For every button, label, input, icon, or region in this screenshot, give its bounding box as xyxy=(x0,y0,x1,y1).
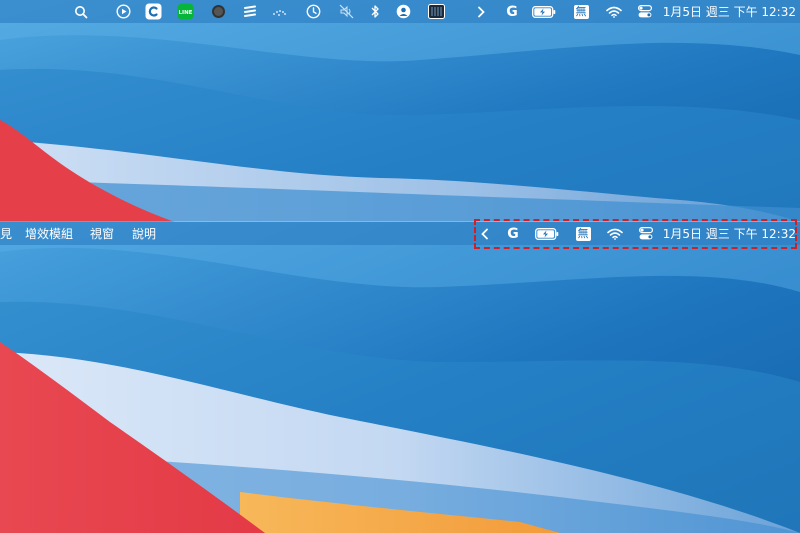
battery-charging-icon[interactable] xyxy=(531,0,557,23)
google-icon-letter: G xyxy=(506,3,518,20)
highlight-box xyxy=(474,219,797,249)
wallpaper-top xyxy=(0,0,800,222)
ime-icon[interactable]: 無 xyxy=(572,0,590,23)
play-circle-icon[interactable] xyxy=(114,0,132,23)
app-c-icon[interactable] xyxy=(143,0,163,23)
menu-item-label: 增效模組 xyxy=(25,227,74,241)
bluetooth-icon[interactable] xyxy=(367,0,383,23)
menu-item-view[interactable]: 見 xyxy=(0,222,14,245)
menubar-top: LINE G 無 1月5日 週三 下午 12:32 xyxy=(0,0,800,23)
search-icon[interactable] xyxy=(72,0,90,23)
desktop-top xyxy=(0,0,800,222)
menu-item-label: 見 xyxy=(0,227,13,241)
stack-icon[interactable] xyxy=(241,0,259,23)
line-icon[interactable]: LINE xyxy=(175,0,195,23)
desktop-bottom xyxy=(0,222,800,533)
control-center-icon[interactable] xyxy=(636,0,654,23)
menu-item-label: 視窗 xyxy=(90,227,115,241)
chevron-right-icon[interactable] xyxy=(474,0,488,23)
user-circle-icon[interactable] xyxy=(394,0,412,23)
datetime-text: 1月5日 週三 下午 12:32 xyxy=(662,5,796,19)
dots-icon[interactable] xyxy=(269,0,289,23)
menu-item-help[interactable]: 說明 xyxy=(132,222,160,245)
google-icon[interactable]: G xyxy=(504,0,520,23)
menubar-clock[interactable]: 1月5日 週三 下午 12:32 xyxy=(662,0,796,23)
line-icon-text: LINE xyxy=(178,10,192,16)
clock-icon[interactable] xyxy=(304,0,322,23)
ime-icon-label: 無 xyxy=(573,4,589,19)
menu-item-plugins[interactable]: 增效模組 xyxy=(25,222,77,245)
wifi-icon[interactable] xyxy=(605,0,623,23)
menu-item-window[interactable]: 視窗 xyxy=(90,222,118,245)
record-icon[interactable] xyxy=(209,0,227,23)
mute-icon[interactable] xyxy=(337,0,355,23)
menu-item-label: 說明 xyxy=(132,227,157,241)
grid-icon[interactable] xyxy=(426,0,446,23)
wallpaper-bottom xyxy=(0,222,800,533)
